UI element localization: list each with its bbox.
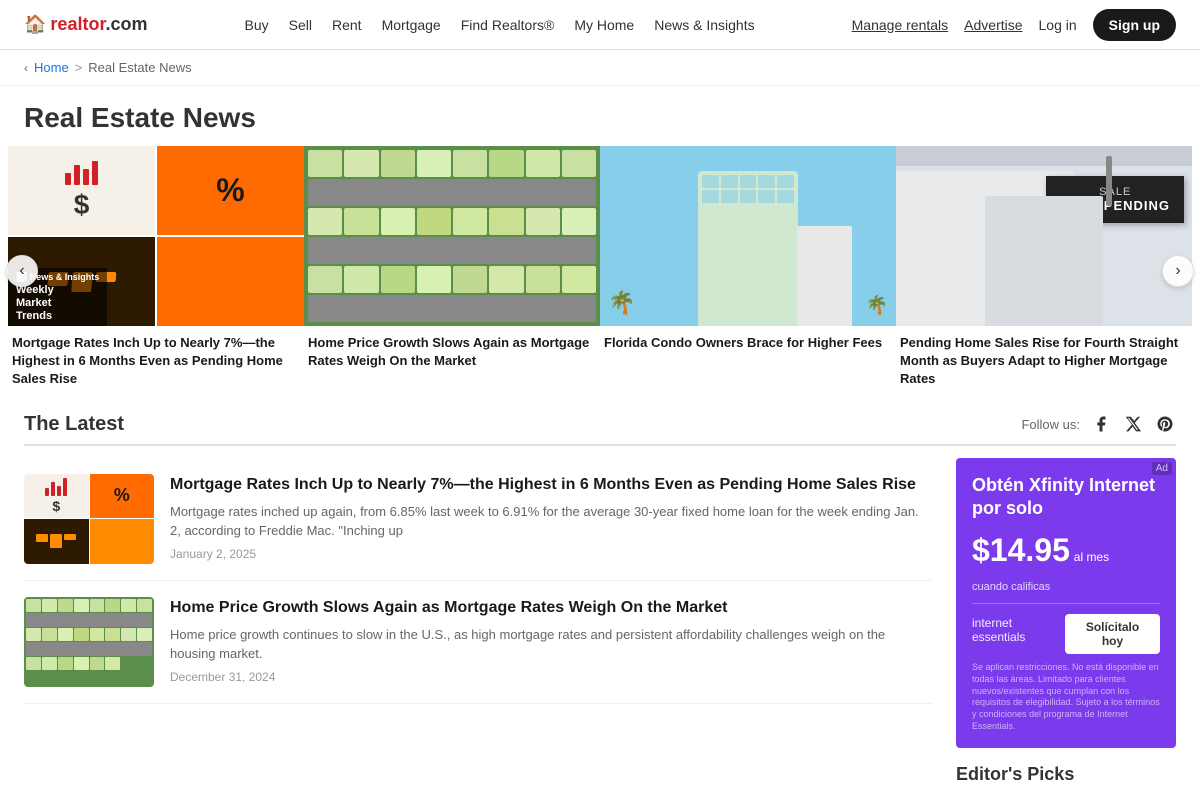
carousel-section: ‹ $ bbox=[0, 146, 1200, 397]
carousel-item-4[interactable]: SALE SALE PENDING Pending Home Sales Ris… bbox=[896, 146, 1192, 397]
ad-divider bbox=[972, 603, 1160, 604]
breadcrumb-current: Real Estate News bbox=[88, 60, 191, 75]
article-date-1: January 2, 2025 bbox=[170, 547, 932, 561]
ad-price-value: $14.95 bbox=[972, 532, 1070, 568]
nav-news-insights[interactable]: News & Insights bbox=[654, 17, 754, 33]
follow-us: Follow us: bbox=[1021, 413, 1176, 435]
advertise-link[interactable]: Advertise bbox=[964, 17, 1022, 33]
latest-title: The Latest bbox=[24, 413, 124, 436]
article-date-2: December 31, 2024 bbox=[170, 670, 932, 684]
nav-rent[interactable]: Rent bbox=[332, 17, 362, 33]
breadcrumb-chevron-icon: ‹ bbox=[24, 61, 28, 75]
latest-content: $ % bbox=[24, 458, 1176, 793]
breadcrumb: ‹ Home > Real Estate News bbox=[0, 50, 1200, 86]
nav-sell[interactable]: Sell bbox=[289, 17, 312, 33]
overlay-market: Market bbox=[16, 297, 99, 309]
article-title-1[interactable]: Mortgage Rates Inch Up to Nearly 7%—the … bbox=[170, 474, 932, 496]
article-item-1[interactable]: $ % bbox=[24, 458, 932, 581]
carousel-item-2[interactable]: Home Price Growth Slows Again as Mortgag… bbox=[304, 146, 600, 397]
breadcrumb-separator: > bbox=[75, 60, 83, 75]
overlay-trends: Trends bbox=[16, 310, 99, 322]
article-thumb-2 bbox=[24, 597, 154, 687]
top-nav: 🏠 realtor.com Buy Sell Rent Mortgage Fin… bbox=[0, 0, 1200, 50]
carousel-track: $ % bbox=[8, 146, 1192, 397]
logo-text: realtor.com bbox=[50, 14, 147, 35]
nav-my-home[interactable]: My Home bbox=[574, 17, 634, 33]
carousel-caption-4: Pending Home Sales Rise for Fourth Strai… bbox=[896, 326, 1192, 397]
carousel-prev-button[interactable]: ‹ bbox=[6, 255, 38, 287]
facebook-icon[interactable] bbox=[1090, 413, 1112, 435]
carousel-caption-2: Home Price Growth Slows Again as Mortgag… bbox=[304, 326, 600, 378]
sidebar-ad: Ad Obtén Xfinity Internet por solo $14.9… bbox=[956, 458, 1176, 793]
article-info-2: Home Price Growth Slows Again as Mortgag… bbox=[170, 597, 932, 687]
grid-cell-lines bbox=[157, 237, 304, 326]
editors-picks-section: Editor's Picks bbox=[956, 748, 1176, 793]
ad-cta-button[interactable]: Solícitalo hoy bbox=[1065, 614, 1160, 654]
page-title: Real Estate News bbox=[0, 86, 1200, 146]
ad-price-block: $14.95 al mes bbox=[972, 532, 1160, 569]
latest-articles: $ % bbox=[24, 458, 932, 793]
manage-rentals-link[interactable]: Manage rentals bbox=[852, 17, 949, 33]
article-title-2[interactable]: Home Price Growth Slows Again as Mortgag… bbox=[170, 597, 932, 619]
article-item-2[interactable]: Home Price Growth Slows Again as Mortgag… bbox=[24, 581, 932, 704]
twitter-x-icon[interactable] bbox=[1122, 413, 1144, 435]
ad-internet-label: internet essentials bbox=[972, 616, 1065, 644]
ad-headline: Obtén Xfinity Internet por solo bbox=[972, 474, 1160, 521]
nav-find-realtors[interactable]: Find Realtors® bbox=[461, 17, 555, 33]
signup-button[interactable]: Sign up bbox=[1093, 9, 1176, 41]
breadcrumb-home-link[interactable]: Home bbox=[34, 60, 69, 75]
carousel-item-3[interactable]: 🌴 🌴 Florida Condo Owners Brace for Highe… bbox=[600, 146, 896, 397]
grid-cell-dollar: $ bbox=[8, 146, 155, 235]
latest-section: The Latest Follow us: bbox=[0, 397, 1200, 793]
thumb-dollar-cell: $ bbox=[24, 474, 89, 519]
login-button[interactable]: Log in bbox=[1039, 17, 1077, 33]
article-excerpt-2: Home price growth continues to slow in t… bbox=[170, 625, 932, 664]
carousel-caption-3: Florida Condo Owners Brace for Higher Fe… bbox=[600, 326, 896, 360]
article-info-1: Mortgage Rates Inch Up to Nearly 7%—the … bbox=[170, 474, 932, 564]
article-thumb-1: $ % bbox=[24, 474, 154, 564]
pinterest-icon[interactable] bbox=[1154, 413, 1176, 435]
nav-right: Manage rentals Advertise Log in Sign up bbox=[852, 9, 1176, 41]
thumb-lines-cell bbox=[90, 519, 155, 564]
nav-links: Buy Sell Rent Mortgage Find Realtors® My… bbox=[245, 17, 755, 33]
article-excerpt-1: Mortgage rates inched up again, from 6.8… bbox=[170, 502, 932, 541]
thumb-percent-cell: % bbox=[90, 474, 155, 519]
thumb-shapes-cell bbox=[24, 519, 89, 564]
logo-house-icon: 🏠 bbox=[24, 14, 46, 35]
carousel-next-button[interactable]: › bbox=[1162, 255, 1194, 287]
nav-buy[interactable]: Buy bbox=[245, 17, 269, 33]
logo[interactable]: 🏠 realtor.com bbox=[24, 14, 147, 35]
grid-cell-percent: % bbox=[157, 146, 304, 235]
carousel-item-1[interactable]: $ % bbox=[8, 146, 304, 397]
ad-disclaimer: Se aplican restricciones. No está dispon… bbox=[972, 662, 1160, 732]
latest-header: The Latest Follow us: bbox=[24, 413, 1176, 446]
ad-label: Ad bbox=[1152, 462, 1172, 475]
follow-label: Follow us: bbox=[1021, 417, 1080, 432]
ad-cta-row: internet essentials Solícitalo hoy bbox=[972, 614, 1160, 654]
ad-when: cuando calificas bbox=[972, 581, 1160, 593]
nav-mortgage[interactable]: Mortgage bbox=[382, 17, 441, 33]
ad-price-unit: al mes bbox=[1074, 550, 1109, 564]
carousel-caption-1: Mortgage Rates Inch Up to Nearly 7%—the … bbox=[8, 326, 304, 397]
editors-picks-title: Editor's Picks bbox=[956, 748, 1176, 793]
ad-container: Ad Obtén Xfinity Internet por solo $14.9… bbox=[956, 458, 1176, 749]
